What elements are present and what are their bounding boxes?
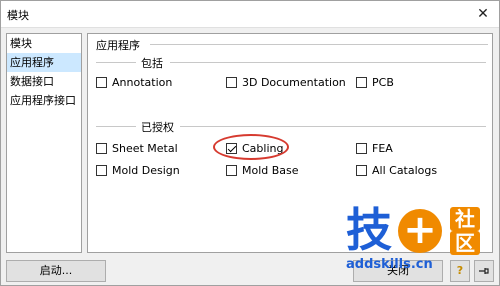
checkbox-label: 3D Documentation [242,76,346,89]
modules-dialog: 模块 ✕ 模块 应用程序 数据接口 应用程序接口 应用程序 包括 Annotat… [0,0,500,286]
divider [180,126,486,127]
panel-title: 应用程序 [96,39,140,52]
list-item-api[interactable]: 应用程序接口 [7,91,81,110]
checkbox-box[interactable] [96,143,107,154]
close-icon[interactable]: ✕ [473,5,493,23]
list-item-data-interfaces[interactable]: 数据接口 [7,72,81,91]
checkbox-label: Mold Design [112,164,180,177]
checkbox-label: Annotation [112,76,173,89]
divider [96,126,136,127]
checkbox-box[interactable] [356,143,367,154]
cabling-highlight-annotation [213,134,289,160]
close-button[interactable]: 关闭 [353,260,443,282]
checkbox-box[interactable] [96,77,107,88]
list-item-modules[interactable]: 模块 [7,34,81,53]
checkbox-box[interactable] [226,77,237,88]
checkbox-3d-documentation[interactable]: 3D Documentation [226,76,346,89]
checkbox-fea[interactable]: FEA [356,142,393,155]
checkbox-label: All Catalogs [372,164,438,177]
start-button[interactable]: 启动... [6,260,106,282]
divider [96,62,136,63]
checkbox-label: Sheet Metal [112,142,178,155]
checkbox-label: FEA [372,142,393,155]
group-label-licensed: 已授权 [138,119,177,135]
checkbox-pcb[interactable]: PCB [356,76,394,89]
divider [150,44,488,45]
checkbox-all-catalogs[interactable]: All Catalogs [356,164,437,177]
divider [170,62,486,63]
applications-panel: 应用程序 包括 Annotation 3D Documentation PCB … [87,33,493,253]
checkbox-box[interactable] [96,165,107,176]
list-item-applications[interactable]: 应用程序 [7,53,81,72]
group-label-included: 包括 [138,55,166,71]
pin-icon[interactable] [474,260,494,282]
checkbox-label: PCB [372,76,394,89]
title-bar: 模块 ✕ [1,1,499,28]
checkbox-box[interactable] [356,77,367,88]
checkbox-sheet-metal[interactable]: Sheet Metal [96,142,178,155]
category-list: 模块 应用程序 数据接口 应用程序接口 [6,33,82,253]
checkbox-annotation[interactable]: Annotation [96,76,172,89]
checkbox-mold-design[interactable]: Mold Design [96,164,180,177]
checkbox-box[interactable] [226,165,237,176]
checkbox-label: Mold Base [242,164,299,177]
question-icon[interactable]: ? [450,260,470,282]
checkbox-box[interactable] [356,165,367,176]
checkbox-mold-base[interactable]: Mold Base [226,164,299,177]
window-title: 模块 [7,9,29,22]
